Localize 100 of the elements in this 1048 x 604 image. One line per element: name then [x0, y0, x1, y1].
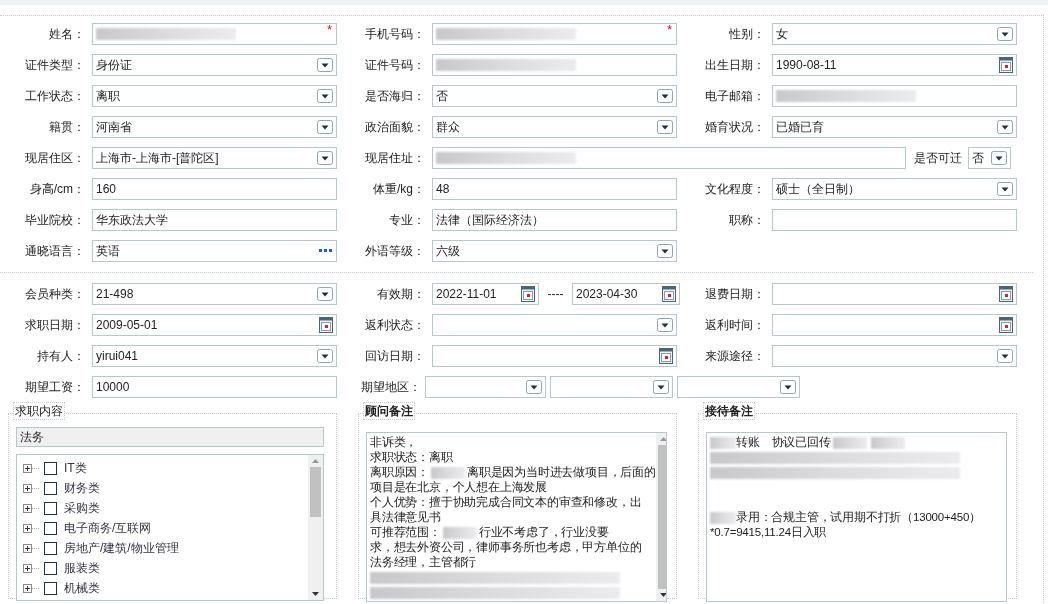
field-label: 电子邮箱： [704, 88, 765, 105]
date-field[interactable] [772, 314, 1017, 336]
date-field[interactable]: 1990-08-11 [772, 54, 1017, 76]
text-field[interactable]: 10000 [92, 376, 337, 398]
notes-textarea[interactable]: 非诉类， 求职状态：离职 离职原因： 离职是因为当时进去做项目，后面的 项目是在北京，个人想在上海发展 个人优势：擅于协助完成合同文本的审查和修改，出 具法律意见书 可推荐范围： 行业不考虑了，行业没要 求，想去外资公司，律师事务所也考虑，甲方单位的 法务经理，主管都行 [366, 432, 667, 602]
checkbox[interactable] [44, 521, 57, 535]
field-label: 专业： [388, 212, 425, 229]
expand-icon[interactable] [23, 483, 39, 493]
redacted-block [870, 436, 905, 449]
dropdown-field[interactable]: 女 [772, 23, 1017, 45]
dropdown-field[interactable]: 已婚已育 [772, 116, 1017, 138]
notes-textarea[interactable]: 转账 协议已回传 录用：合规主管，试用期不打折（13000+450） *0.7=9415,11.24日入职 [706, 432, 1007, 602]
text-field[interactable]: 法律（国际经济法） [432, 209, 677, 231]
dropdown-field[interactable] [425, 376, 546, 398]
field-label: 手机号码： [364, 26, 425, 43]
range-separator: ---- [546, 286, 565, 303]
field-label: 会员种类： [24, 286, 85, 303]
expand-icon[interactable] [23, 463, 39, 473]
text-field[interactable] [432, 147, 906, 169]
field-label: 婚育状况： [704, 119, 765, 136]
checkbox[interactable] [44, 481, 57, 495]
note-text: 可推荐范围： [370, 525, 441, 540]
dropdown-field[interactable]: 身份证 [92, 54, 337, 76]
redacted-block [710, 436, 736, 449]
dropdown-field[interactable]: yirui041 [92, 345, 337, 367]
checkbox[interactable] [44, 461, 57, 475]
field-label: 文化程度： [704, 181, 765, 198]
field-label: 姓名： [48, 26, 85, 43]
scrollbar-thumb[interactable] [310, 467, 321, 517]
tree-item-label[interactable]: 房地产/建筑/物业管理 [64, 539, 179, 557]
dropdown-field[interactable]: 河南省 [92, 116, 337, 138]
note-text: *0.7=9415,11.24日入职 [710, 525, 827, 540]
dropdown-field[interactable]: 群众 [432, 116, 677, 138]
scrollbar[interactable] [308, 455, 323, 600]
text-field[interactable]: 48 [432, 178, 677, 200]
field-label: 政治面貌： [364, 119, 425, 136]
date-field[interactable] [772, 283, 1017, 305]
calendar-icon [999, 317, 1013, 333]
scrollbar[interactable] [655, 433, 666, 601]
lookup-field[interactable]: 英语 [92, 240, 337, 262]
field-label: 返利状态： [364, 317, 425, 334]
field-label: 性别： [728, 26, 765, 43]
calendar-icon [659, 348, 673, 364]
tree-item-label[interactable]: 电子商务/互联网 [64, 519, 152, 537]
date-field[interactable] [432, 345, 677, 367]
dropdown-field[interactable] [432, 314, 677, 336]
dropdown-field[interactable]: 21-498 [92, 283, 337, 305]
expand-icon[interactable] [23, 503, 39, 513]
text-field[interactable]: 华东政法大学 [92, 209, 337, 231]
filter-field[interactable]: 法务 [16, 427, 324, 447]
checkbox[interactable] [44, 501, 57, 515]
calendar-icon [999, 57, 1013, 73]
date-field[interactable]: 2009-05-01 [92, 314, 337, 336]
expand-icon[interactable] [23, 523, 39, 533]
text-field[interactable] [772, 85, 1017, 107]
dropdown-field[interactable]: 上海市-上海市-[普陀区] [92, 147, 337, 169]
note-text: 行业不考虑了，行业没要 [478, 525, 609, 540]
note-text: 离职原因： [370, 465, 429, 480]
expand-icon[interactable] [23, 543, 39, 553]
redacted-block [431, 466, 465, 479]
tree-item-label[interactable]: IT类 [64, 459, 87, 477]
dropdown-field[interactable]: 否 [968, 147, 1011, 169]
dropdown-field[interactable]: 离职 [92, 85, 337, 107]
tree-list[interactable]: IT类 财务类 采购类 电子商务/互联网 房地产/建筑/物业管理 服装类 机械类 [16, 454, 324, 601]
text-field[interactable] [432, 54, 677, 76]
scrollbar-thumb[interactable] [657, 444, 666, 590]
dropdown-field[interactable] [677, 376, 800, 398]
date-field[interactable]: 2022-11-01 [432, 283, 539, 305]
date-field[interactable]: 2023-04-30 [572, 283, 680, 305]
checkbox[interactable] [44, 541, 57, 555]
tree-item-label[interactable]: 采购类 [64, 499, 100, 517]
checkbox[interactable] [44, 581, 57, 595]
field-label: 出生日期： [704, 57, 765, 74]
checkbox[interactable] [44, 561, 57, 575]
dropdown-field[interactable]: 否 [432, 85, 677, 107]
field-label: 身高/cm： [28, 181, 85, 198]
tree-item-label[interactable]: 机械类 [64, 579, 100, 597]
text-field[interactable]: * [432, 23, 677, 45]
field-label: 工作状态： [24, 88, 85, 105]
field-label: 体重/kg： [372, 181, 425, 198]
calendar-icon [319, 317, 333, 333]
tree-item-label[interactable]: 财务类 [64, 479, 100, 497]
field-label: 退费日期： [704, 286, 765, 303]
expand-icon[interactable] [23, 563, 39, 573]
text-field[interactable] [772, 209, 1017, 231]
note-text: 协议已回传 [771, 435, 831, 450]
dropdown-field[interactable]: 硕士（全日制） [772, 178, 1017, 200]
redacted-block [442, 526, 477, 539]
dropdown-field[interactable] [550, 376, 673, 398]
tree-item-label[interactable]: 服装类 [64, 559, 100, 577]
text-field[interactable]: 160 [92, 178, 337, 200]
required-mark: * [667, 23, 672, 37]
dropdown-field[interactable]: 六级 [432, 240, 677, 262]
expand-icon[interactable] [23, 583, 39, 593]
field-label: 通晓语言： [24, 243, 85, 260]
field-label: 持有人： [36, 348, 85, 365]
text-field[interactable]: * [92, 23, 337, 45]
field-label: 回访日期： [364, 348, 425, 365]
field-label: 来源途径： [704, 348, 765, 365]
dropdown-field[interactable] [772, 345, 1017, 367]
